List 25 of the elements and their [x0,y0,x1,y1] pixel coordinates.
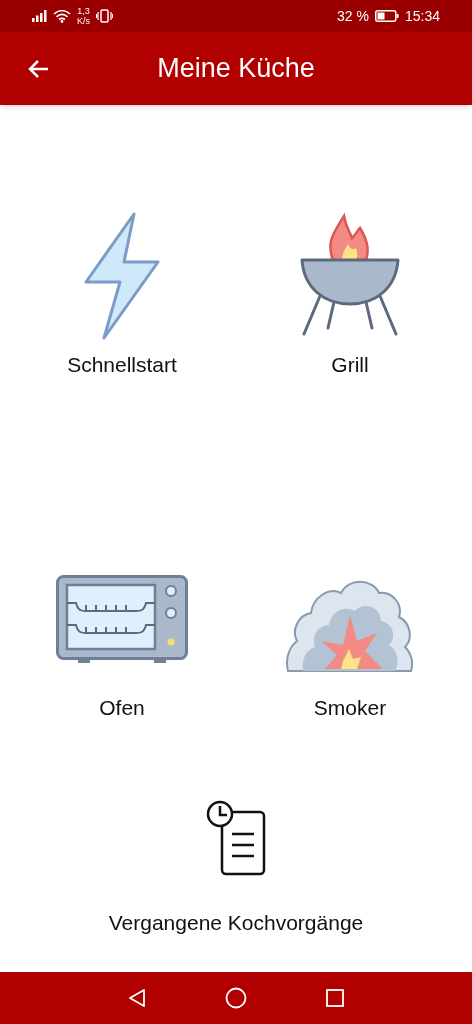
menu-tile[interactable]: Schnellstart [67,212,177,377]
back-arrow-icon [27,58,49,79]
battery-icon [374,10,399,22]
triangle-icon [127,988,147,1008]
menu-tile[interactable]: Grill [300,212,400,377]
home-nav-button[interactable] [225,987,247,1009]
square-icon [325,988,345,1008]
circle-icon [225,987,247,1009]
page-title: Meine Küche [157,52,315,86]
lightning-icon [82,212,162,340]
recents-nav-button[interactable] [325,988,345,1008]
menu-tile[interactable]: Smoker [285,575,415,720]
clock-time: 15:34 [404,6,440,26]
battery-percent: 32 % [337,6,369,26]
menu-tile[interactable]: Ofen [56,575,188,720]
document-clock-icon [206,800,266,876]
wifi-icon [53,9,71,23]
network-speed-value: 1,3 [77,6,90,16]
oven-icon [56,575,188,665]
signal-icon [32,10,47,22]
back-nav-button[interactable] [127,988,147,1008]
grill-icon [300,212,400,338]
menu-tile[interactable]: Vergangene Kochvorgänge [108,800,364,935]
network-speed-unit: K/s [77,16,90,26]
vibrate-icon [96,9,113,23]
